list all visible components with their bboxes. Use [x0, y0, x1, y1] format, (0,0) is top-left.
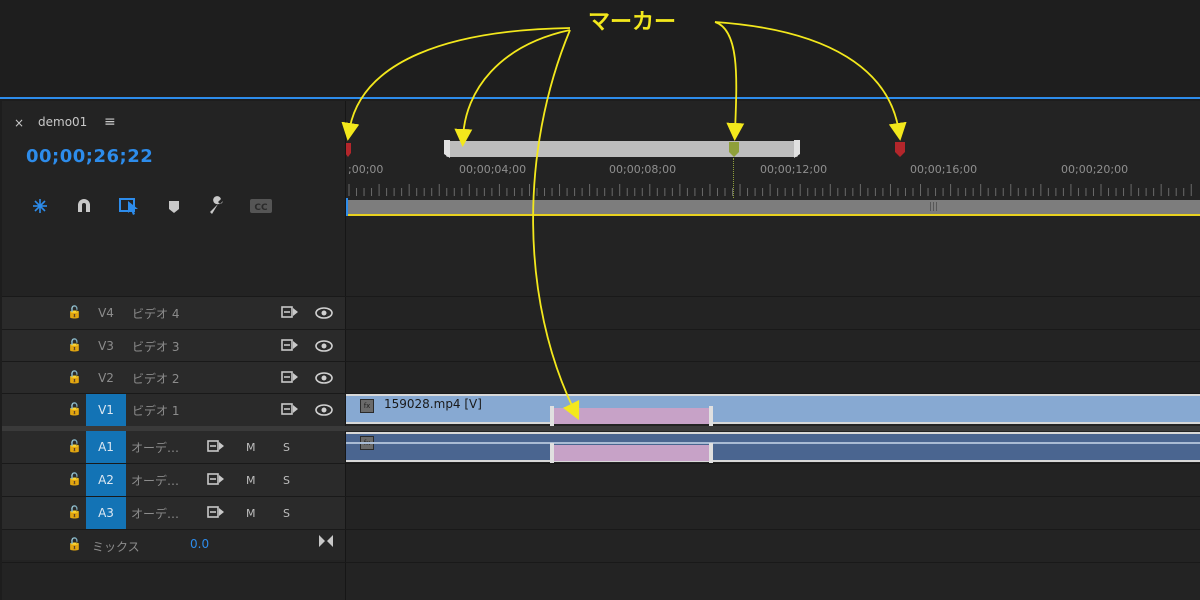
annotation-arrows [341, 21, 907, 421]
